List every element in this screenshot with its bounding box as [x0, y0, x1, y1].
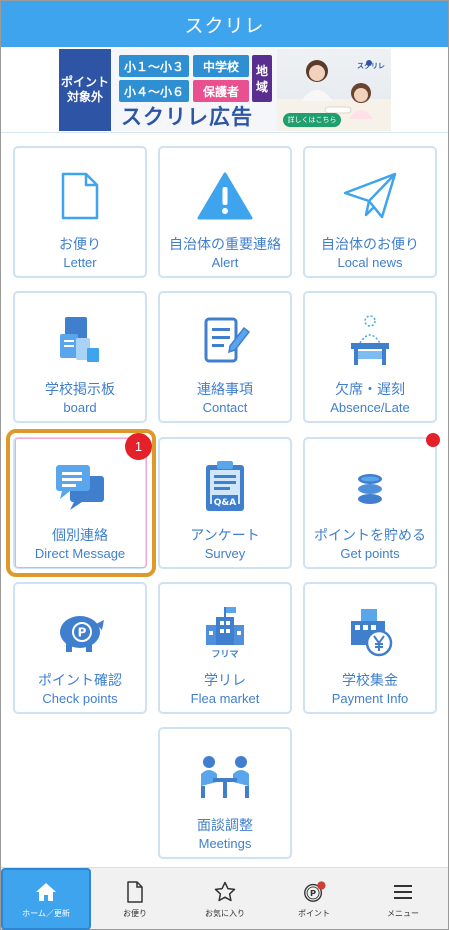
paper-plane-icon — [338, 166, 402, 226]
tile-label-jp: アンケート — [190, 527, 260, 543]
document-icon — [123, 880, 147, 904]
bottom-tab-bar: ホーム／更新 お便り お気に入り P ポイント メニュー — [1, 867, 448, 930]
school-yen-icon — [338, 602, 402, 662]
tile-board[interactable]: 学校掲示板 board — [13, 291, 147, 423]
tile-flea-market[interactable]: フリマ 学リレ Flea market — [158, 582, 292, 714]
tile-label-jp: 自治体の重要連絡 — [169, 236, 281, 252]
tile-label-en: Flea market — [190, 691, 260, 706]
tab-points-label: ポイント — [298, 908, 330, 918]
tile-label-jp: 欠席・遅刻 — [335, 381, 405, 397]
qa-icon-text: Q&A — [214, 498, 236, 508]
ad-banner[interactable]: ポイント 対象外 小１～小３ 中学校 小４～小６ 保護者 地域 スクリレ広告 ス… — [59, 49, 391, 131]
banner-left-line2: 対象外 — [66, 90, 103, 104]
notification-dot — [426, 433, 440, 447]
tab-points[interactable]: P ポイント — [269, 868, 359, 930]
tile-label-en: Payment Info — [331, 691, 409, 706]
desk-person-icon — [338, 311, 402, 371]
tab-favorites-label: お気に入り — [205, 908, 245, 918]
star-icon — [213, 880, 237, 904]
tab-favorites[interactable]: お気に入り — [180, 868, 270, 930]
clipboard-qa-icon: Q&A — [193, 457, 257, 517]
tile-label-en: Local news — [337, 255, 403, 270]
tile-label-en: Meetings — [198, 836, 252, 851]
tile-label-jp: 連絡事項 — [197, 381, 253, 397]
tile-absence[interactable]: 欠席・遅刻 Absence/Late — [303, 291, 437, 423]
tab-letter[interactable]: お便り — [90, 868, 180, 930]
tile-get-points[interactable]: ポイントを貯める Get points — [303, 437, 437, 569]
tile-check-points[interactable]: P ポイント確認 Check points — [13, 582, 147, 714]
tab-letter-label: お便り — [123, 908, 147, 918]
notepad-pen-icon — [193, 311, 257, 371]
banner-points-excluded: ポイント 対象外 — [59, 49, 111, 131]
banner-title: スクリレ広告 — [121, 106, 253, 129]
tab-point-text: P — [310, 888, 316, 898]
banner-area: ポイント 対象外 小１～小３ 中学校 小４～小６ 保護者 地域 スクリレ広告 ス… — [1, 47, 448, 133]
tile-label-en: board — [63, 400, 97, 415]
point-coin-icon: P — [302, 880, 326, 904]
tile-letter[interactable]: お便り Letter — [13, 146, 147, 278]
document-icon — [48, 166, 112, 226]
tile-label-jp: ポイントを貯める — [314, 527, 426, 543]
banner-tag-grade-high: 小４～小６ — [119, 80, 189, 102]
piggy-bank-icon: P — [48, 602, 112, 662]
tile-label-jp: 自治体のお便り — [321, 236, 419, 252]
tile-label-jp: ポイント確認 — [38, 672, 122, 688]
tile-label-en: Contact — [202, 400, 248, 415]
banner-tag-region: 地域 — [252, 55, 272, 102]
selection-inner-outline — [15, 438, 147, 568]
banner-brand: スクリレ — [357, 63, 385, 70]
tile-survey[interactable]: Q&A アンケート Survey — [158, 437, 292, 569]
banner-tag-grade-low: 小１～小３ — [119, 55, 189, 77]
tab-home-label: ホーム／更新 — [22, 908, 70, 918]
tab-home[interactable]: ホーム／更新 — [1, 868, 91, 930]
banner-photo: スクリレ 詳しくはこちら — [277, 49, 391, 131]
tile-label-en: Get points — [340, 546, 400, 561]
tile-payment[interactable]: 学校集金 Payment Info — [303, 582, 437, 714]
tile-label-en: Alert — [211, 255, 239, 270]
tile-label-jp: 学校集金 — [342, 672, 398, 688]
tile-label-en: Letter — [63, 255, 97, 270]
tab-menu-label: メニュー — [387, 908, 419, 918]
app-header: スクリレ — [1, 1, 448, 47]
banner-more-button[interactable]: 詳しくはこちら — [283, 113, 341, 127]
home-icon — [34, 880, 58, 904]
unread-count-badge: 1 — [125, 433, 152, 460]
tile-label-jp: 学校掲示板 — [45, 381, 115, 397]
tile-alert[interactable]: 自治体の重要連絡 Alert — [158, 146, 292, 278]
tile-label-jp: 面談調整 — [197, 817, 253, 833]
flea-icon-text: フリマ — [211, 649, 238, 659]
warning-icon — [193, 166, 257, 226]
tile-label-jp: 学リレ — [204, 672, 246, 688]
bulletin-board-icon — [48, 311, 112, 371]
tile-label-en: Absence/Late — [330, 400, 410, 415]
tab-menu[interactable]: メニュー — [358, 868, 448, 930]
piggy-point-text: P — [78, 626, 87, 640]
hamburger-icon — [391, 880, 415, 904]
flea-market-school-icon: フリマ — [193, 602, 257, 662]
tile-label-jp: お便り — [59, 236, 101, 252]
meeting-icon — [193, 747, 257, 807]
tile-label-en: Check points — [42, 691, 118, 706]
banner-tag-junior-high: 中学校 — [193, 55, 249, 77]
banner-tag-parents: 保護者 — [193, 80, 249, 102]
tile-contact[interactable]: 連絡事項 Contact — [158, 291, 292, 423]
app-title: スクリレ — [184, 15, 265, 37]
tile-label-en: Survey — [204, 546, 246, 561]
tile-meetings[interactable]: 面談調整 Meetings — [158, 727, 292, 859]
banner-left-line1: ポイント — [60, 75, 109, 89]
tile-local-news[interactable]: 自治体のお便り Local news — [303, 146, 437, 278]
coin-stack-icon — [338, 457, 402, 517]
